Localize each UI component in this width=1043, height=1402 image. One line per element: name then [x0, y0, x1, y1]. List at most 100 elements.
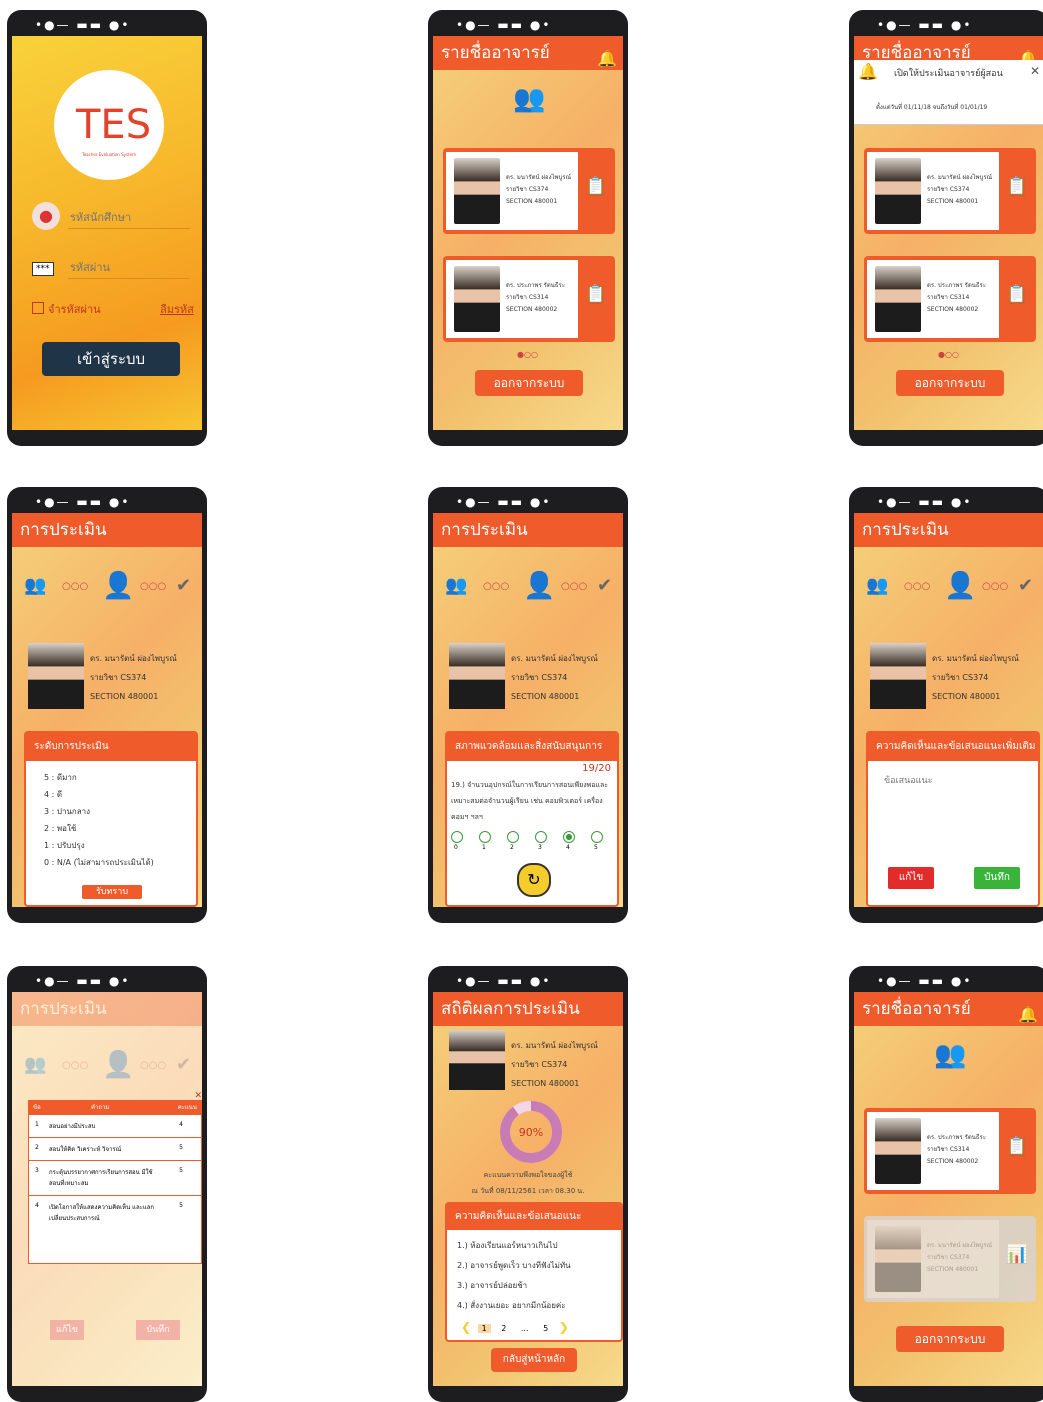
save-button[interactable]: บันทึก	[974, 867, 1020, 889]
bell-icon: 🔔	[858, 62, 878, 81]
comment-item: 3.) อาจารย์ปล่อยช้า	[457, 1281, 528, 1290]
teacher-name: ดร. ประภาพร รัตนธีระ	[506, 282, 565, 289]
progress-steps: 👥 ○○○ 👤 ○○○ ✔	[866, 571, 1034, 601]
table-row: 3 กระตุ้นบรรยากาศการเรียนการสอน มีใช้สอน…	[29, 1161, 201, 1196]
teacher-profile: ดร. มนารัตน์ ผ่องไพบูรณ์ รายวิชา CS374 SEC…	[28, 643, 198, 713]
teacher-section: SECTION 480001	[506, 198, 558, 205]
edit-button[interactable]: แก้ไข	[888, 867, 934, 889]
teacher-name: ดร. มนารัตน์ ผ่องไพบูรณ์	[927, 1242, 993, 1249]
teachers-icon: 👥	[445, 575, 468, 596]
close-icon[interactable]: ✕	[194, 1091, 202, 1101]
bell-icon[interactable]: 🔔	[597, 42, 617, 76]
forgot-link[interactable]: ลืมรหัส	[160, 300, 194, 318]
comment-input[interactable]	[882, 771, 1026, 845]
teacher-card[interactable]: ดร. ประภาพร รัตนธีระ รายวิชา CS314 SECTION…	[864, 256, 1036, 342]
rating-scale: 0 1 2 3 4 5	[451, 831, 613, 855]
teacher-course: รายวิชา CS374	[932, 673, 989, 682]
check-icon: ✔	[1018, 575, 1034, 596]
logo-text: TES	[76, 102, 152, 148]
evaluate-icon[interactable]: 📋	[1006, 176, 1028, 197]
teacher-card[interactable]: ดร. มนารัตน์ ผ่องไพบูรณ์ รายวิชา CS374 SEC…	[443, 148, 615, 234]
teacher-photo	[454, 158, 500, 224]
evaluate-icon[interactable]: 📋	[585, 176, 607, 197]
remember-checkbox[interactable]	[32, 302, 44, 314]
logout-button[interactable]: ออกจากระบบ	[896, 1326, 1004, 1352]
page-link[interactable]: ...	[517, 1324, 533, 1333]
evaluate-icon[interactable]: 📋	[585, 284, 607, 305]
logout-button[interactable]: ออกจากระบบ	[475, 370, 583, 396]
progress-steps: 👥 ○○○ 👤 ○○○ ✔	[24, 571, 192, 601]
panel-title: ความคิดเห็นและข้อเสนอแนะ	[447, 1204, 621, 1230]
page-title: การประเมิน	[20, 520, 107, 540]
level-item: 3 : ปานกลาง	[44, 807, 91, 816]
save-button[interactable]: บันทึก	[136, 1320, 180, 1340]
phone-eval-question: •●— ▬▬ ●• การประเมิน 👥 ○○○ 👤 ○○○ ✔ ดร. ม…	[428, 487, 628, 923]
login-button[interactable]: เข้าสู่ระบบ	[42, 342, 180, 376]
rating-option[interactable]	[535, 831, 547, 843]
evaluate-icon[interactable]: 📋	[1006, 284, 1028, 305]
check-icon: ✔	[176, 1054, 192, 1075]
teachers-icon: 👥	[866, 575, 889, 596]
teacher-photo	[875, 158, 921, 224]
person-icon: 👤	[944, 571, 977, 601]
close-icon[interactable]: ✕	[1030, 64, 1040, 78]
ack-button[interactable]: รับทราบ	[82, 885, 142, 899]
evaluate-icon[interactable]: 📋	[1006, 1136, 1028, 1157]
teacher-section: SECTION 480002	[506, 306, 558, 313]
teacher-section: SECTION 480001	[511, 1079, 580, 1088]
edit-button[interactable]: แก้ไข	[50, 1320, 84, 1340]
page-link[interactable]: 5	[539, 1324, 552, 1333]
logout-button[interactable]: ออกจากระบบ	[896, 370, 1004, 396]
page-link[interactable]: 2	[497, 1324, 510, 1333]
teacher-photo	[875, 266, 921, 332]
row-score: 5	[179, 1167, 183, 1174]
page-title: การประเมิน	[862, 520, 949, 540]
panel-title: ระดับการประเมิน	[26, 733, 196, 761]
table-row: 1 สอนอย่างมีประสบ 4	[29, 1115, 201, 1138]
page-link[interactable]: 1	[477, 1324, 491, 1333]
rating-option[interactable]	[591, 831, 603, 843]
teacher-card[interactable]: ดร. ประภาพร รัตนธีระ รายวิชา CS314 SECTION…	[864, 1108, 1036, 1194]
bell-icon[interactable]: 🔔	[1018, 998, 1038, 1032]
stats-icon[interactable]: 📊	[1006, 1244, 1028, 1265]
teacher-course: รายวิชา CS374	[927, 1254, 970, 1261]
page-title: การประเมิน	[20, 999, 107, 1019]
progress-steps: 👥 ○○○ 👤 ○○○ ✔	[24, 1050, 192, 1080]
password-input[interactable]	[68, 258, 190, 279]
levels-panel: ระดับการประเมิน 5 : ดีมาก 4 : ดี 3 : ปาน…	[24, 731, 198, 907]
teacher-course: รายวิชา CS374	[927, 186, 970, 193]
teacher-section: SECTION 480001	[90, 692, 159, 701]
teacher-name: ดร. มนารัตน์ ผ่องไพบูรณ์	[932, 654, 1019, 663]
student-id-input[interactable]	[68, 208, 190, 229]
satisfaction-donut: 90%	[500, 1101, 562, 1163]
row-score: 5	[179, 1202, 183, 1209]
rating-option[interactable]	[507, 831, 519, 843]
back-home-button[interactable]: กลับสู่หน้าหลัก	[491, 1348, 577, 1372]
next-icon[interactable]: ↻	[517, 863, 551, 897]
prev-icon[interactable]: ❮	[461, 1320, 471, 1334]
rating-label: 3	[538, 844, 542, 851]
rating-option[interactable]	[451, 831, 463, 843]
pagination-dots: ●○○	[517, 350, 538, 359]
user-icon: ●	[32, 202, 60, 230]
rating-option[interactable]	[479, 831, 491, 843]
progress-steps: 👥 ○○○ 👤 ○○○ ✔	[445, 571, 613, 601]
rating-label: 4	[566, 844, 570, 851]
page-title: การประเมิน	[441, 520, 528, 540]
teacher-name: ดร. ประภาพร รัตนธีระ	[927, 282, 986, 289]
row-question: สอนอย่างมีประสบ	[49, 1123, 96, 1130]
phone-summary: •●— ▬▬ ●• การประเมิน 👥 ○○○ 👤 ○○○ ✔ ✕ ข้อ…	[7, 966, 207, 1402]
question-progress: 19/20	[582, 763, 611, 774]
rating-label: 0	[454, 844, 458, 851]
teacher-card[interactable]: ดร. ประภาพร รัตนธีระ รายวิชา CS314 SECTION…	[443, 256, 615, 342]
teacher-section: SECTION 480001	[932, 692, 1001, 701]
row-question: กระตุ้นบรรยากาศการเรียนการสอน มีใช้สอนที…	[49, 1169, 153, 1187]
logo-subtext: Teacher Evaluation System	[81, 152, 137, 157]
rating-option-selected[interactable]	[563, 831, 575, 843]
notification-title: เปิดให้ประเมินอาจารย์ผู้สอน	[894, 69, 1003, 79]
teacher-card[interactable]: ดร. มนารัตน์ ผ่องไพบูรณ์ รายวิชา CS374 SEC…	[864, 148, 1036, 234]
page-title: สถิติผลการประเมิน	[441, 999, 580, 1019]
teacher-photo	[875, 1226, 921, 1292]
next-icon[interactable]: ❯	[559, 1320, 569, 1334]
teacher-section: SECTION 480002	[927, 306, 979, 313]
